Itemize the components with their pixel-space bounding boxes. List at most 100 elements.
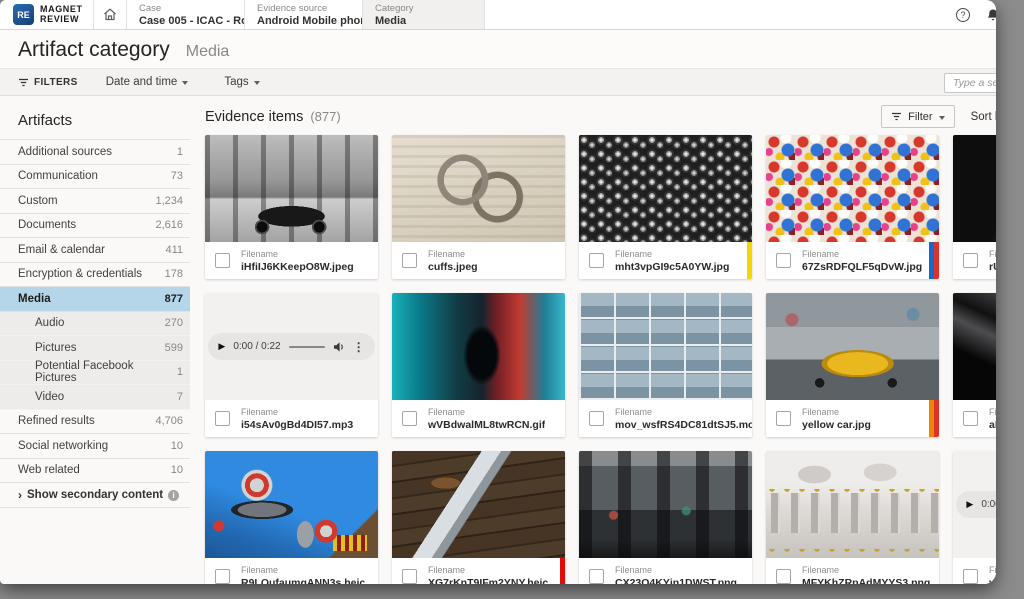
- filename-block: Filename MFYKhZRpAdMYYS3.png: [802, 564, 930, 584]
- sort-by-label[interactable]: Sort by: [971, 111, 996, 123]
- evidence-card[interactable]: Filename R9LQufaumgANN3s.heic: [205, 451, 378, 584]
- thumbnail[interactable]: [392, 293, 565, 400]
- thumbnail[interactable]: [392, 135, 565, 242]
- thumbnail[interactable]: [953, 293, 996, 400]
- audio-player[interactable]: ▶ 0:00 / 0:22 ⋮: [956, 491, 996, 518]
- breadcrumb-tab[interactable]: Category Media: [363, 0, 485, 29]
- evidence-card[interactable]: Filename XG7rKnT9IFm2YNY.heic: [392, 451, 565, 584]
- filter-dropdown[interactable]: Date and time: [106, 76, 189, 88]
- evidence-card[interactable]: Filename wVBdwalML8twRCN.gif: [392, 293, 565, 437]
- search-input[interactable]: [944, 73, 996, 93]
- sidebar-item-additional-sources[interactable]: Additional sources 1: [0, 140, 190, 165]
- filter-button[interactable]: Filter: [881, 105, 954, 128]
- sidebar-item-count: 877: [165, 293, 183, 305]
- audio-progress-bar[interactable]: [289, 346, 325, 348]
- tag-stripe-yellow: [747, 242, 752, 279]
- evidence-card[interactable]: Filename yellow car.jpg: [766, 293, 939, 437]
- select-checkbox[interactable]: [402, 411, 417, 426]
- thumbnail[interactable]: [205, 451, 378, 558]
- filename-block: Filename 67ZsRDFQLF5qDvW.jpg: [802, 248, 922, 273]
- thumbnail[interactable]: ▶ 0:00 / 0:22 ⋮: [953, 451, 996, 558]
- thumbnail[interactable]: [953, 135, 996, 242]
- filters-button[interactable]: FILTERS: [18, 77, 78, 88]
- evidence-card[interactable]: Filename CX23O4KYjn1DWST.png: [579, 451, 752, 584]
- sidebar-item-media[interactable]: Media 877: [0, 287, 190, 312]
- sidebar-item-audio[interactable]: Audio 270: [0, 312, 190, 337]
- select-checkbox[interactable]: [589, 569, 604, 584]
- audio-player[interactable]: ▶ 0:00 / 0:22 ⋮: [208, 333, 374, 360]
- evidence-card[interactable]: ▶ 0:00 / 0:22 ⋮ Filename vHydp: [953, 451, 996, 584]
- thumbnail[interactable]: [579, 293, 752, 400]
- app-window: RE MAGNET REVIEW Case Case 005 - ICAC - …: [0, 0, 996, 584]
- show-secondary-content[interactable]: › Show secondary content i: [0, 483, 190, 508]
- filename-label: Filename: [802, 406, 871, 418]
- filename-value: 67ZsRDFQLF5qDvW.jpg: [802, 261, 922, 273]
- sidebar-item-web-related[interactable]: Web related 10: [0, 459, 190, 484]
- evidence-card[interactable]: Filename mov_wsfRS4DC81dtSJ5.mov: [579, 293, 752, 437]
- help-button[interactable]: ?: [956, 8, 970, 22]
- filename-value: iHfiIJ6KKeepO8W.jpeg: [241, 261, 354, 273]
- evidence-card[interactable]: Filename MFYKhZRpAdMYYS3.png: [766, 451, 939, 584]
- evidence-card[interactable]: Filename aLzqkg: [953, 293, 996, 437]
- select-checkbox[interactable]: [402, 569, 417, 584]
- filename-block: Filename CX23O4KYjn1DWST.png: [615, 564, 737, 584]
- select-checkbox[interactable]: [963, 411, 978, 426]
- thumbnail[interactable]: [579, 451, 752, 558]
- sidebar-item-count: 1: [177, 146, 183, 158]
- sidebar-item-encryption-credentials[interactable]: Encryption & credentials 178: [0, 263, 190, 288]
- info-icon: i: [168, 490, 179, 501]
- evidence-card[interactable]: ▶ 0:00 / 0:22 ⋮ Filename i54sAv0gBd4DI57…: [205, 293, 378, 437]
- filename-value: i54sAv0gBd4DI57.mp3: [241, 419, 353, 431]
- tag-stripe-red: [934, 400, 939, 437]
- select-checkbox[interactable]: [776, 253, 791, 268]
- sidebar-item-pictures[interactable]: Pictures 599: [0, 336, 190, 361]
- thumbnail[interactable]: [205, 135, 378, 242]
- filter-dropdown[interactable]: Tags: [224, 76, 259, 88]
- evidence-card[interactable]: Filename iHfiIJ6KKeepO8W.jpeg: [205, 135, 378, 279]
- select-checkbox[interactable]: [589, 253, 604, 268]
- evidence-card[interactable]: Filename cuffs.jpeg: [392, 135, 565, 279]
- sidebar-item-email-calendar[interactable]: Email & calendar 411: [0, 238, 190, 263]
- select-checkbox[interactable]: [776, 569, 791, 584]
- notification-icon[interactable]: [986, 8, 996, 22]
- card-footer: Filename XG7rKnT9IFm2YNY.heic: [392, 558, 565, 584]
- select-checkbox[interactable]: [963, 569, 978, 584]
- select-checkbox[interactable]: [215, 569, 230, 584]
- play-icon[interactable]: ▶: [218, 341, 225, 352]
- home-button[interactable]: [93, 0, 127, 29]
- filename-value: wVBdwalML8twRCN.gif: [428, 419, 545, 431]
- thumbnail[interactable]: [392, 451, 565, 558]
- volume-icon[interactable]: [333, 341, 345, 353]
- breadcrumb-tabs: Case Case 005 - ICAC - Ross... Evidence …: [127, 0, 485, 29]
- breadcrumb-tab[interactable]: Evidence source Android Mobile phone: [245, 0, 363, 29]
- audio-menu-icon[interactable]: ⋮: [353, 340, 365, 354]
- select-checkbox[interactable]: [589, 411, 604, 426]
- evidence-card[interactable]: Filename rU6c6: [953, 135, 996, 279]
- select-checkbox[interactable]: [215, 253, 230, 268]
- sidebar-item-documents[interactable]: Documents 2,616: [0, 214, 190, 239]
- sidebar-item-count: 411: [165, 244, 183, 256]
- select-checkbox[interactable]: [215, 411, 230, 426]
- filename-block: Filename mov_wsfRS4DC81dtSJ5.mov: [615, 406, 752, 431]
- evidence-card[interactable]: Filename 67ZsRDFQLF5qDvW.jpg: [766, 135, 939, 279]
- sidebar-item-label: Refined results: [18, 415, 95, 427]
- sidebar-item-potential-facebook-pictures[interactable]: Potential Facebook Pictures 1: [0, 361, 190, 386]
- filters-label: FILTERS: [34, 77, 78, 88]
- sidebar-item-refined-results[interactable]: Refined results 4,706: [0, 410, 190, 435]
- thumbnail[interactable]: [766, 451, 939, 558]
- breadcrumb-tab[interactable]: Case Case 005 - ICAC - Ross...: [127, 0, 245, 29]
- play-icon[interactable]: ▶: [966, 499, 973, 510]
- select-checkbox[interactable]: [776, 411, 791, 426]
- sidebar-item-video[interactable]: Video 7: [0, 385, 190, 410]
- thumbnail[interactable]: [766, 135, 939, 242]
- select-checkbox[interactable]: [402, 253, 417, 268]
- thumbnail[interactable]: [579, 135, 752, 242]
- filename-value: rU6c6: [989, 261, 996, 273]
- sidebar-item-custom[interactable]: Custom 1,234: [0, 189, 190, 214]
- sidebar-item-communication[interactable]: Communication 73: [0, 165, 190, 190]
- sidebar-item-social-networking[interactable]: Social networking 10: [0, 434, 190, 459]
- select-checkbox[interactable]: [963, 253, 978, 268]
- thumbnail[interactable]: ▶ 0:00 / 0:22 ⋮: [205, 293, 378, 400]
- evidence-card[interactable]: Filename mht3vpGI9c5A0YW.jpg: [579, 135, 752, 279]
- thumbnail[interactable]: [766, 293, 939, 400]
